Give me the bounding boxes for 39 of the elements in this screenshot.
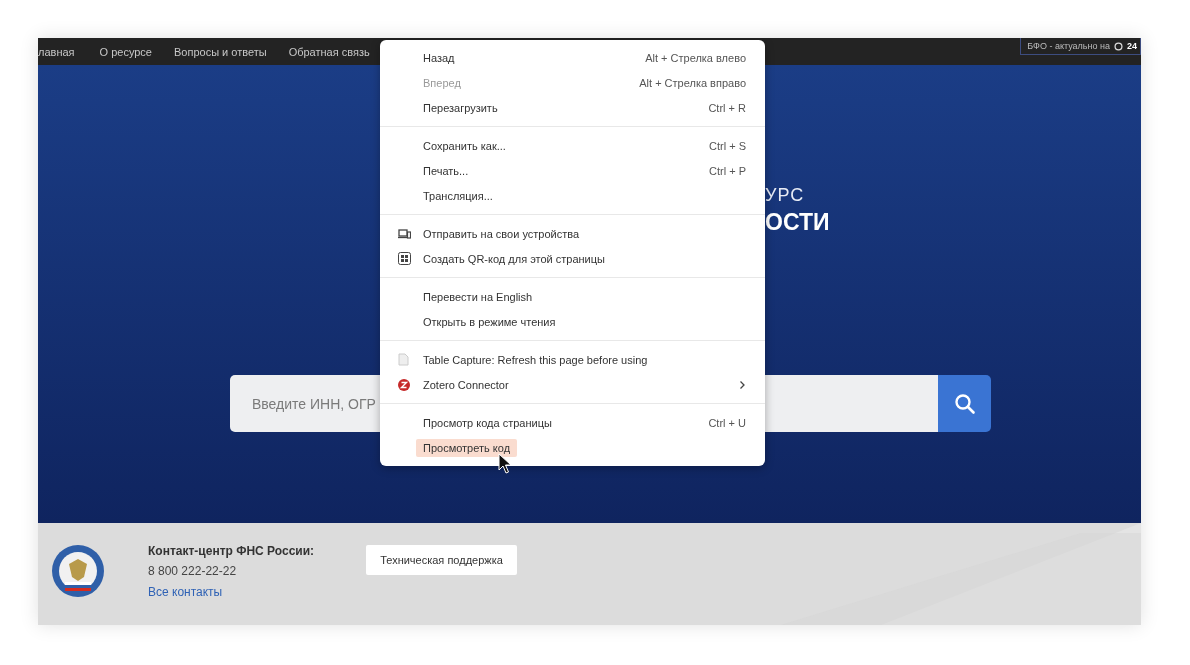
menu-item[interactable]: Трансляция... bbox=[380, 183, 765, 208]
support-button[interactable]: Техническая поддержка bbox=[366, 545, 517, 575]
shortcut-label: Alt + Стрелка вправо bbox=[639, 76, 746, 89]
nav-link[interactable]: лавная bbox=[38, 45, 75, 58]
shortcut-label: Ctrl + U bbox=[708, 416, 746, 429]
search-button[interactable] bbox=[938, 375, 991, 432]
nav-link[interactable]: О ресурсе bbox=[99, 45, 152, 58]
devices-icon bbox=[398, 228, 411, 239]
qr-code-icon bbox=[398, 252, 411, 265]
menu-item[interactable]: Открыть в режиме чтения bbox=[380, 309, 765, 334]
contact-title: Контакт-центр ФНС России: bbox=[148, 543, 316, 560]
nav-link[interactable]: Обратная связь bbox=[288, 45, 370, 58]
shortcut-label: Ctrl + R bbox=[708, 101, 746, 114]
menu-item[interactable]: Zotero Connector bbox=[380, 372, 765, 397]
menu-item[interactable]: Table Capture: Refresh this page before using bbox=[380, 347, 765, 372]
hero-title: ОСТИ bbox=[765, 208, 831, 237]
status-value: 24 bbox=[1127, 41, 1137, 51]
search-icon bbox=[953, 392, 976, 415]
shortcut-label: Alt + Стрелка влево bbox=[645, 51, 746, 64]
status-label: БФО - актуально на bbox=[1027, 41, 1110, 51]
menu-item[interactable]: Отправить на свои устройства bbox=[380, 221, 765, 246]
shortcut-label: Ctrl + S bbox=[709, 139, 746, 152]
page-icon bbox=[398, 353, 409, 366]
menu-item[interactable]: Просмотреть код bbox=[380, 435, 765, 460]
menu-item[interactable]: Назад Alt + Стрелка влево bbox=[380, 45, 765, 70]
contacts-link[interactable]: Все контакты bbox=[148, 585, 223, 599]
menu-item[interactable]: Создать QR-код для этой страницы bbox=[380, 246, 765, 271]
menu-item[interactable]: Перевести на English bbox=[380, 284, 765, 309]
menu-item[interactable]: Сохранить как... Ctrl + S bbox=[380, 133, 765, 158]
menu-item[interactable]: Просмотр кода страницы Ctrl + U bbox=[380, 410, 765, 435]
hero-title: УРС bbox=[765, 184, 806, 207]
menu-item[interactable]: Перезагрузить Ctrl + R bbox=[380, 95, 765, 120]
nav-link[interactable]: Вопросы и ответы bbox=[174, 45, 267, 58]
menu-item[interactable]: Печать... Ctrl + P bbox=[380, 158, 765, 183]
clock-icon bbox=[1114, 41, 1123, 51]
extension-icon bbox=[398, 378, 410, 391]
phone-number: 8 800 222-22-22 bbox=[148, 563, 238, 580]
shortcut-label: Ctrl + P bbox=[709, 164, 746, 177]
emblem-icon bbox=[51, 544, 105, 598]
